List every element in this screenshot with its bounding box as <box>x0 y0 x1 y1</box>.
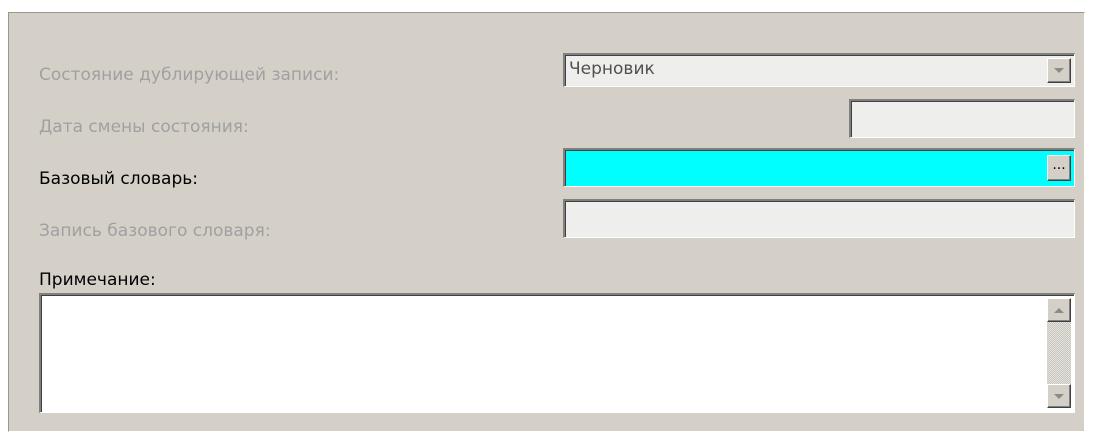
base-record-label: Запись базового словаря: <box>39 221 271 241</box>
note-textarea[interactable] <box>39 293 1075 413</box>
window-frame: Состояние дублирующей записи: Черновик Д… <box>0 0 1101 436</box>
state-date-field <box>849 99 1075 138</box>
scroll-up-button[interactable] <box>1047 298 1071 322</box>
base-record-field <box>563 199 1075 238</box>
base-dict-select-button[interactable]: ... <box>1047 155 1071 181</box>
base-dict-field[interactable]: ... <box>563 148 1075 187</box>
form-panel: Состояние дублирующей записи: Черновик Д… <box>8 12 1085 432</box>
state-label: Состояние дублирующей записи: <box>39 65 340 85</box>
scroll-down-icon <box>1054 393 1064 399</box>
base-dict-label: Базовый словарь: <box>39 169 199 189</box>
state-dropdown-button[interactable] <box>1047 58 1071 83</box>
state-dropdown[interactable]: Черновик <box>563 53 1075 87</box>
note-label: Примечание: <box>39 270 156 290</box>
chevron-down-icon <box>1054 68 1064 73</box>
scroll-down-button[interactable] <box>1047 384 1071 408</box>
ellipsis-icon: ... <box>1052 157 1066 173</box>
state-dropdown-value: Черновик <box>569 59 655 79</box>
state-date-label: Дата смены состояния: <box>39 117 249 137</box>
scroll-up-icon <box>1054 307 1064 313</box>
